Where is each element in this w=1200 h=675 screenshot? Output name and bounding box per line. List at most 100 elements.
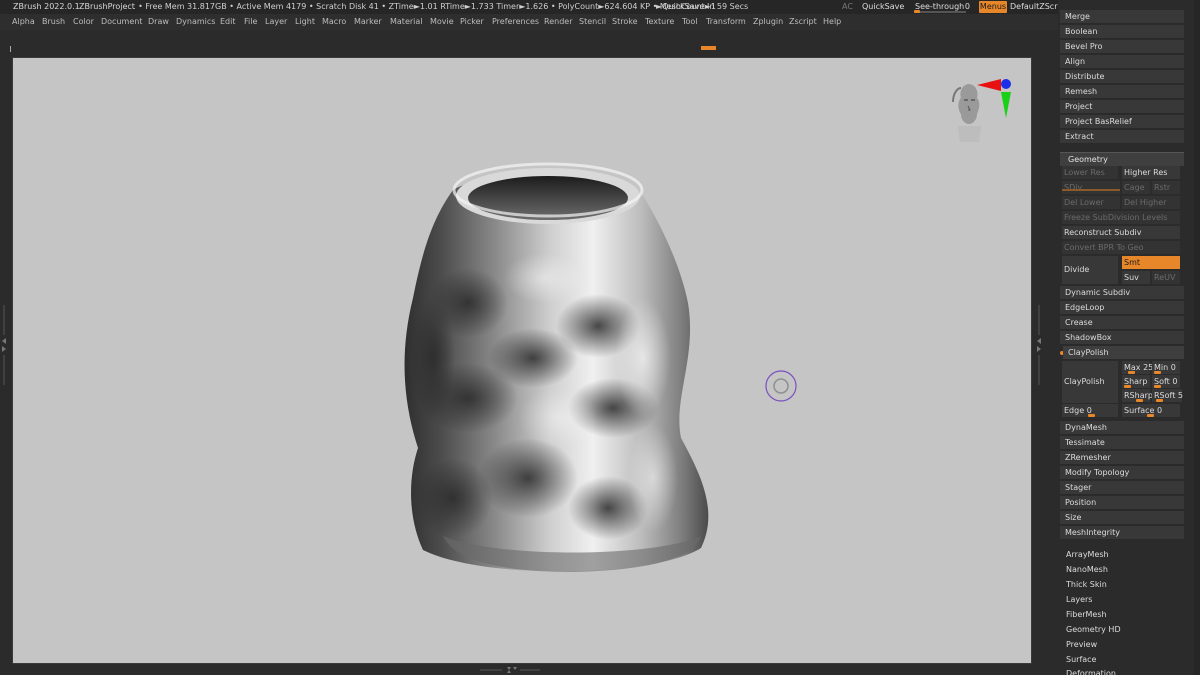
claypolish-button[interactable]: ClayPolish: [1062, 361, 1118, 403]
convert-bpr-button[interactable]: Convert BPR To Geo: [1062, 241, 1180, 254]
subpalette-layers[interactable]: Layers: [1066, 592, 1092, 607]
cage-button[interactable]: Cage: [1122, 181, 1150, 194]
right-tray-handle[interactable]: [1036, 305, 1042, 385]
menus-toggle-button[interactable]: Menus: [979, 1, 1007, 13]
edge-label: Edge: [1064, 406, 1085, 415]
higher-res-button[interactable]: Higher Res: [1122, 166, 1180, 179]
min-knob[interactable]: [1154, 371, 1161, 374]
sharp-knob[interactable]: [1124, 385, 1131, 388]
menu-help[interactable]: Help: [823, 14, 841, 30]
vase-mesh[interactable]: [404, 162, 709, 572]
align-button[interactable]: Align: [1060, 55, 1184, 69]
menu-macro[interactable]: Macro: [322, 14, 346, 30]
max-knob[interactable]: [1128, 371, 1135, 374]
dynamic-subdiv-button[interactable]: Dynamic Subdiv: [1060, 286, 1184, 300]
menu-color[interactable]: Color: [73, 14, 94, 30]
subpalette-preview[interactable]: Preview: [1066, 637, 1097, 652]
lower-res-button[interactable]: Lower Res: [1062, 166, 1118, 179]
menu-tool[interactable]: Tool: [682, 14, 698, 30]
rsoft-knob[interactable]: [1156, 399, 1163, 402]
subpalette-deformation[interactable]: Deformation: [1066, 666, 1116, 675]
divide-button[interactable]: Divide: [1062, 256, 1118, 284]
main-menu-bar: Alpha Brush Color Document Draw Dynamics…: [0, 14, 1058, 30]
head-icon[interactable]: [952, 84, 981, 142]
see-through-slider[interactable]: See-through 0: [912, 0, 970, 14]
subpalette-nanomesh[interactable]: NanoMesh: [1066, 562, 1108, 577]
rstr-button[interactable]: Rstr: [1152, 181, 1180, 194]
subpalette-thick-skin[interactable]: Thick Skin: [1066, 577, 1107, 592]
rsharp-knob[interactable]: [1136, 399, 1143, 402]
del-higher-button[interactable]: Del Higher: [1122, 196, 1180, 209]
menu-file[interactable]: File: [244, 14, 257, 30]
menu-zscript[interactable]: Zscript: [789, 14, 817, 30]
see-through-knob[interactable]: [914, 10, 920, 13]
edge-knob[interactable]: [1088, 414, 1095, 417]
menu-marker[interactable]: Marker: [354, 14, 382, 30]
tray-scrollbar[interactable]: [1194, 0, 1200, 675]
sdiv-slider[interactable]: SDiv: [1062, 181, 1120, 194]
extract-button[interactable]: Extract: [1060, 130, 1184, 144]
menu-stencil[interactable]: Stencil: [579, 14, 606, 30]
canvas-scene: [404, 79, 1011, 572]
claypolish-header[interactable]: ClayPolish: [1063, 346, 1184, 360]
menu-picker[interactable]: Picker: [460, 14, 484, 30]
freeze-subdivision-button[interactable]: Freeze SubDivision Levels: [1062, 211, 1180, 224]
menu-edit[interactable]: Edit: [220, 14, 236, 30]
edgeloop-button[interactable]: EdgeLoop: [1060, 301, 1184, 315]
document-canvas[interactable]: [12, 57, 1032, 664]
stager-button[interactable]: Stager: [1060, 481, 1184, 495]
bottom-tray-handle[interactable]: [480, 666, 540, 674]
bevel-pro-button[interactable]: Bevel Pro: [1060, 40, 1184, 54]
tool-palette-tray: Merge Boolean Bevel Pro Align Distribute…: [1058, 0, 1200, 675]
size-button[interactable]: Size: [1060, 511, 1184, 525]
del-lower-button[interactable]: Del Lower: [1062, 196, 1120, 209]
menu-layer[interactable]: Layer: [265, 14, 287, 30]
subpalette-fibermesh[interactable]: FiberMesh: [1066, 607, 1107, 622]
menu-render[interactable]: Render: [544, 14, 572, 30]
top-shelf: [0, 30, 1058, 57]
subpalette-geometry-hd[interactable]: Geometry HD: [1066, 622, 1121, 637]
menu-draw[interactable]: Draw: [148, 14, 169, 30]
menu-zplugin[interactable]: Zplugin: [753, 14, 783, 30]
subpalette-surface[interactable]: Surface: [1066, 652, 1096, 667]
ac-button[interactable]: AC: [842, 0, 853, 14]
project-button[interactable]: Project: [1060, 100, 1184, 114]
smt-toggle[interactable]: Smt: [1122, 256, 1180, 269]
meshintegrity-button[interactable]: MeshIntegrity: [1060, 526, 1184, 540]
menu-stroke[interactable]: Stroke: [612, 14, 638, 30]
crease-button[interactable]: Crease: [1060, 316, 1184, 330]
shadowbox-button[interactable]: ShadowBox: [1060, 331, 1184, 345]
menu-alpha[interactable]: Alpha: [12, 14, 35, 30]
axis-gizmo-icon[interactable]: [977, 79, 1011, 118]
menu-dynamics[interactable]: Dynamics: [176, 14, 215, 30]
menu-texture[interactable]: Texture: [645, 14, 674, 30]
dynamesh-button[interactable]: DynaMesh: [1060, 421, 1184, 435]
position-button[interactable]: Position: [1060, 496, 1184, 510]
suv-toggle[interactable]: Suv: [1122, 271, 1150, 284]
menu-brush[interactable]: Brush: [42, 14, 65, 30]
menu-movie[interactable]: Movie: [430, 14, 454, 30]
reconstruct-subdiv-button[interactable]: Reconstruct Subdiv: [1062, 226, 1180, 239]
remesh-button[interactable]: Remesh: [1060, 85, 1184, 99]
soft-knob[interactable]: [1154, 385, 1161, 388]
zremesher-button[interactable]: ZRemesher: [1060, 451, 1184, 465]
left-tray-handle[interactable]: [1, 305, 7, 385]
boolean-button[interactable]: Boolean: [1060, 25, 1184, 39]
reuv-toggle[interactable]: ReUV: [1152, 271, 1180, 284]
merge-button[interactable]: Merge: [1060, 10, 1184, 24]
geometry-header[interactable]: Geometry: [1060, 152, 1184, 166]
modify-topology-button[interactable]: Modify Topology: [1060, 466, 1184, 480]
tessimate-button[interactable]: Tessimate: [1060, 436, 1184, 450]
menu-material[interactable]: Material: [390, 14, 423, 30]
menu-preferences[interactable]: Preferences: [492, 14, 539, 30]
shelf-scroll-marker[interactable]: [701, 46, 716, 50]
distribute-button[interactable]: Distribute: [1060, 70, 1184, 84]
surface-knob[interactable]: [1147, 414, 1154, 417]
menu-document[interactable]: Document: [101, 14, 142, 30]
max-slider[interactable]: Max 25: [1122, 361, 1153, 374]
menu-transform[interactable]: Transform: [706, 14, 746, 30]
quicksave-button[interactable]: QuickSave: [862, 0, 904, 14]
menu-light[interactable]: Light: [295, 14, 315, 30]
project-basrelief-button[interactable]: Project BasRelief: [1060, 115, 1184, 129]
subpalette-arraymesh[interactable]: ArrayMesh: [1066, 547, 1109, 562]
